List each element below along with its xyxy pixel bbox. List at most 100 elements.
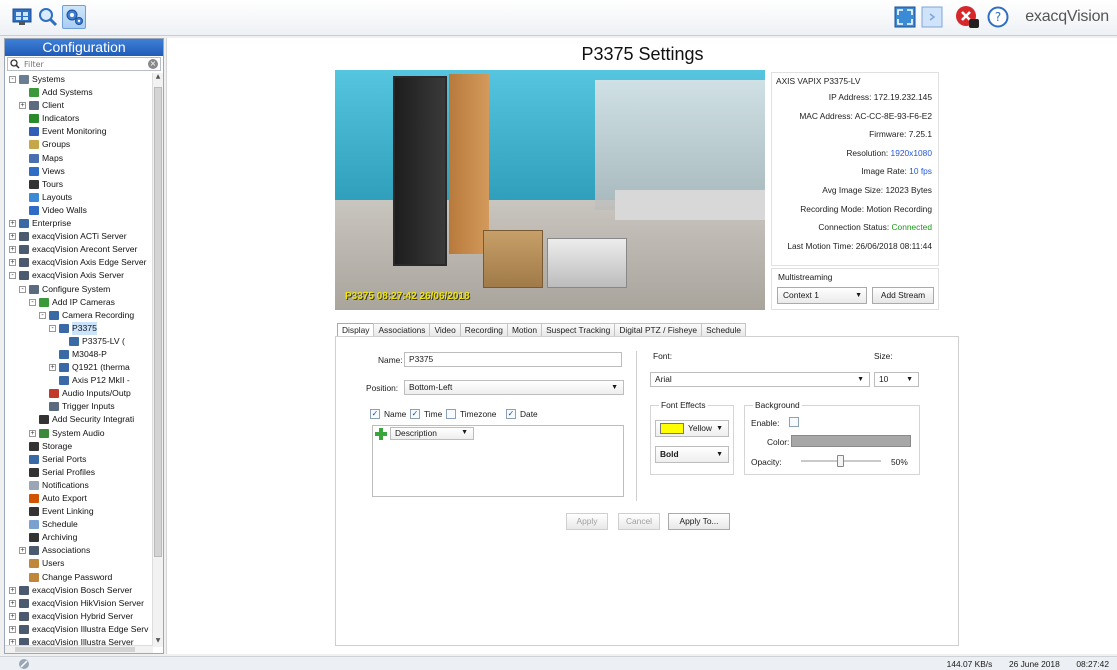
tree-item[interactable]: Users — [5, 557, 153, 570]
live-view-icon[interactable] — [10, 5, 34, 29]
search-icon[interactable] — [36, 5, 60, 29]
expand-icon[interactable]: + — [9, 599, 16, 607]
tab-schedule[interactable]: Schedule — [701, 323, 747, 337]
expand-icon[interactable]: + — [9, 246, 16, 254]
tree-horizontal-scrollbar[interactable] — [5, 645, 153, 653]
apply-to-button[interactable]: Apply To... — [668, 513, 730, 530]
collapse-icon[interactable]: - — [9, 272, 16, 280]
opacity-slider-thumb[interactable] — [837, 455, 844, 467]
tree-item[interactable]: Auto Export — [5, 492, 153, 505]
expand-icon[interactable]: + — [9, 233, 16, 241]
background-color-swatch[interactable] — [791, 435, 911, 447]
checkbox-name[interactable]: ✓ — [370, 409, 380, 419]
background-enable-checkbox[interactable]: ✓ — [789, 417, 799, 427]
collapse-icon[interactable]: - — [9, 76, 16, 83]
collapse-icon[interactable]: - — [49, 324, 56, 332]
tree-item[interactable]: - Camera Recording — [5, 309, 153, 322]
expand-icon[interactable]: + — [49, 364, 56, 372]
panel-icon[interactable] — [920, 5, 944, 29]
size-select[interactable]: 10 ▼ — [874, 372, 919, 387]
expand-icon[interactable]: + — [19, 547, 26, 555]
tree-item[interactable]: + exacqVision Arecont Server — [5, 243, 153, 256]
tree-item[interactable]: - Systems — [5, 73, 153, 86]
tree-item[interactable]: + exacqVision HikVision Server — [5, 597, 153, 610]
tree-item[interactable]: Archiving — [5, 531, 153, 544]
scroll-thumb[interactable] — [154, 87, 162, 557]
tree-item[interactable]: Audio Inputs/Outp — [5, 387, 153, 400]
expand-icon[interactable]: + — [29, 429, 36, 437]
context-select[interactable]: Context 1 ▼ — [777, 287, 867, 304]
expand-icon[interactable]: + — [9, 586, 16, 594]
alert-badge-icon[interactable] — [955, 5, 979, 29]
collapse-icon[interactable]: - — [19, 285, 26, 293]
checkbox-timezone[interactable]: ✓ — [446, 409, 456, 419]
scroll-up-icon[interactable]: ▲ — [153, 73, 163, 83]
tree-item[interactable]: Indicators — [5, 112, 153, 125]
tree-item[interactable]: Schedule — [5, 518, 153, 531]
font-weight-select[interactable]: Bold ▼ — [655, 446, 729, 463]
collapse-icon[interactable]: - — [29, 298, 36, 306]
tree-item[interactable]: - Add IP Cameras — [5, 296, 153, 309]
expand-icon[interactable]: + — [9, 625, 16, 633]
clear-filter-icon[interactable]: × — [148, 59, 158, 69]
tree-item[interactable]: + exacqVision Hybrid Server — [5, 610, 153, 623]
position-select[interactable]: Bottom-Left ▼ — [404, 380, 624, 395]
tree-item[interactable]: Axis P12 MkII - — [5, 374, 153, 387]
tree-item[interactable]: + exacqVision ACTi Server — [5, 230, 153, 243]
tree-item[interactable]: + Enterprise — [5, 217, 153, 230]
opacity-slider-track[interactable] — [801, 455, 881, 467]
tree-item[interactable]: P3375-LV ( — [5, 335, 153, 348]
help-icon[interactable]: ? — [986, 5, 1010, 29]
tab-video[interactable]: Video — [429, 323, 461, 337]
tree-item[interactable]: + exacqVision Axis Edge Server — [5, 256, 153, 269]
checkbox-date[interactable]: ✓ — [506, 409, 516, 419]
tree-item[interactable]: Notifications — [5, 479, 153, 492]
tree-item[interactable]: Event Monitoring — [5, 125, 153, 138]
tab-motion[interactable]: Motion — [506, 323, 543, 337]
tab-digital-ptz-fisheye[interactable]: Digital PTZ / Fisheye — [614, 323, 703, 337]
expand-icon[interactable]: + — [9, 259, 16, 267]
tree-item[interactable]: Views — [5, 165, 153, 178]
tree-vertical-scrollbar[interactable]: ▲ ▼ — [152, 73, 163, 647]
description-select[interactable]: Description ▼ — [390, 427, 474, 440]
tree-item[interactable]: + exacqVision Illustra Edge Serv — [5, 623, 153, 636]
font-select[interactable]: Arial ▼ — [650, 372, 870, 387]
name-input[interactable]: P3375 — [404, 352, 622, 367]
tree-item[interactable]: Storage — [5, 440, 153, 453]
add-stream-button[interactable]: Add Stream — [872, 287, 934, 304]
tree-item[interactable]: Maps — [5, 152, 153, 165]
tree-item[interactable]: Serial Profiles — [5, 466, 153, 479]
tree-item[interactable]: + Client — [5, 99, 153, 112]
tree-item[interactable]: - exacqVision Axis Server — [5, 269, 153, 282]
tab-associations[interactable]: Associations — [373, 323, 431, 337]
tree-item[interactable]: + Q1921 (therma — [5, 361, 153, 374]
tree-item[interactable]: M3048-P — [5, 348, 153, 361]
tab-suspect-tracking[interactable]: Suspect Tracking — [541, 323, 616, 337]
tree-item[interactable]: Add Systems — [5, 86, 153, 99]
tree-item[interactable]: Add Security Integrati — [5, 413, 153, 426]
tab-recording[interactable]: Recording — [459, 323, 508, 337]
tree-item[interactable]: - Configure System — [5, 283, 153, 296]
tree-item[interactable]: Change Password — [5, 571, 153, 584]
tree-item[interactable]: Groups — [5, 138, 153, 151]
filter-input[interactable] — [20, 59, 148, 69]
camera-video-preview[interactable]: P3375 08:27:42 26/06/2018 — [335, 70, 765, 310]
info-value[interactable]: 1920x1080 — [891, 148, 932, 158]
cancel-button[interactable]: Cancel — [618, 513, 660, 530]
fullscreen-icon[interactable] — [893, 5, 917, 29]
tree-item[interactable]: Video Walls — [5, 204, 153, 217]
expand-icon[interactable]: + — [9, 612, 16, 620]
apply-button[interactable]: Apply — [566, 513, 608, 530]
expand-icon[interactable]: + — [9, 220, 16, 228]
tree-item[interactable]: Tours — [5, 178, 153, 191]
tree-item[interactable]: + Associations — [5, 544, 153, 557]
hscroll-thumb[interactable] — [15, 647, 135, 652]
scroll-down-icon[interactable]: ▼ — [153, 637, 163, 647]
tree-item[interactable]: + exacqVision Bosch Server — [5, 584, 153, 597]
collapse-icon[interactable]: - — [39, 311, 46, 319]
font-color-select[interactable]: Yellow ▼ — [655, 420, 729, 437]
tree-item[interactable]: Layouts — [5, 191, 153, 204]
expand-icon[interactable]: + — [19, 102, 26, 110]
tree-item[interactable]: - P3375 — [5, 321, 153, 335]
add-plus-icon[interactable] — [375, 428, 387, 440]
